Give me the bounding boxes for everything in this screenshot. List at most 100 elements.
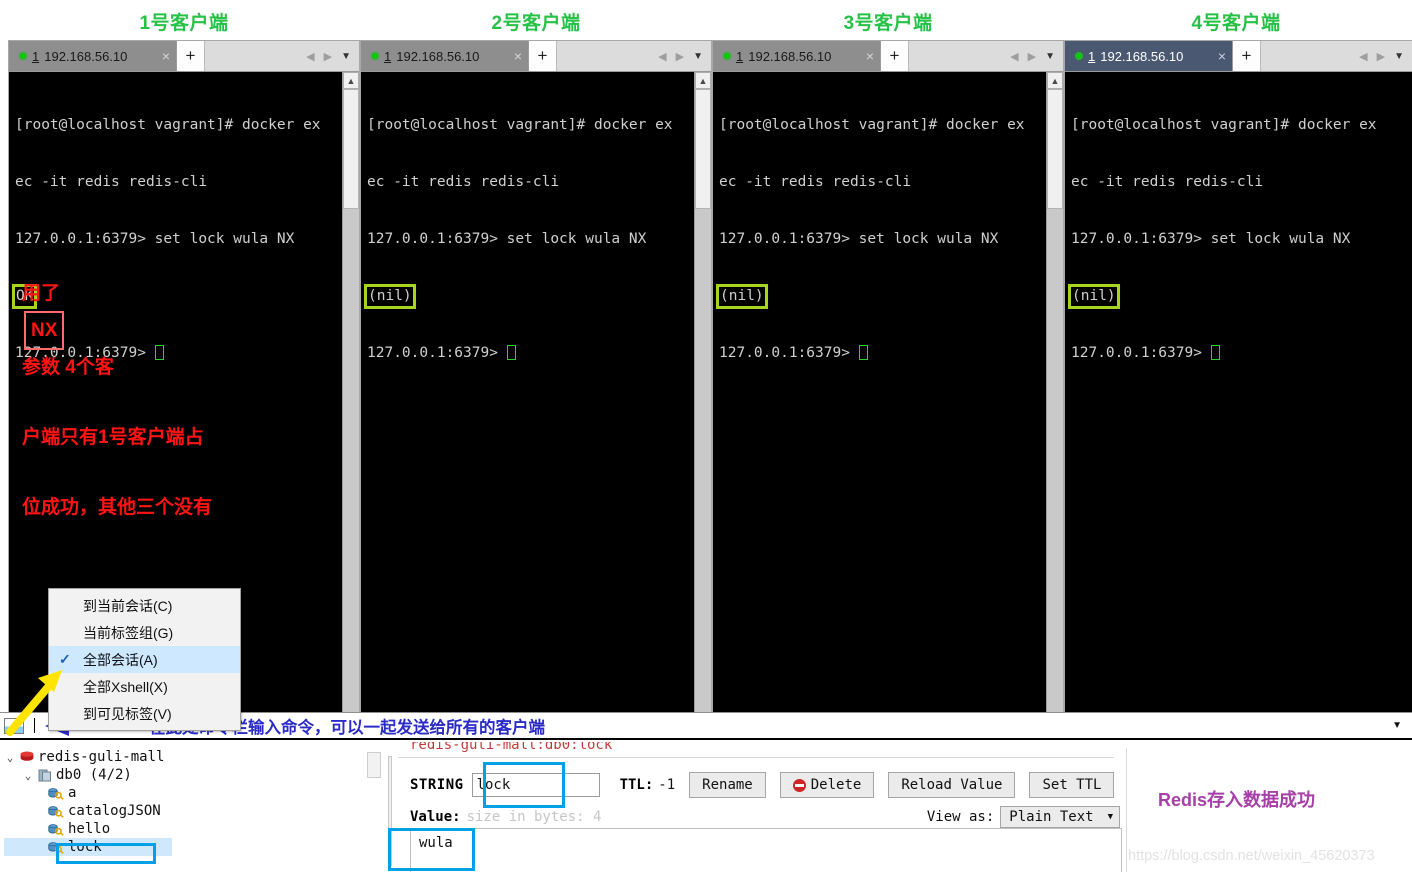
- scrollbar-thumb[interactable]: [695, 89, 711, 209]
- tree-item-server[interactable]: ⌄ redis-guli-mall: [4, 748, 382, 766]
- chevron-down-icon[interactable]: ⌄: [22, 769, 34, 782]
- prompt-text: 127.0.0.1:6379>: [719, 345, 859, 361]
- menu-item-current-session[interactable]: 到当前会话(C): [49, 592, 240, 619]
- tabbar-filler: [1261, 41, 1360, 71]
- value-header-row: Value: size in bytes: 4 View as: Plain T…: [410, 806, 1120, 828]
- tree-item-key-a[interactable]: a: [4, 784, 382, 802]
- connected-status-dot-icon: [19, 52, 27, 60]
- rename-button[interactable]: Rename: [689, 772, 766, 798]
- terminal-scrollbar-3[interactable]: ▲ ▼: [1046, 72, 1063, 735]
- menu-item-all-xshell[interactable]: 全部Xshell(X): [49, 673, 240, 700]
- terminal-line: [root@localhost vagrant]# docker ex: [719, 117, 1025, 133]
- terminal-output-4[interactable]: [root@localhost vagrant]# docker ex ec -…: [1065, 72, 1412, 735]
- tree-item-key-hello[interactable]: hello: [4, 820, 382, 838]
- key-icon: [48, 823, 64, 836]
- tab-list-chevron-down-icon[interactable]: ▼: [1394, 51, 1404, 62]
- scrollbar-track[interactable]: [1047, 209, 1063, 720]
- scrollbar-track[interactable]: [695, 209, 711, 720]
- view-as-select[interactable]: Plain Text ▼: [1000, 806, 1120, 828]
- client-heading-2: 2号客户端: [491, 13, 581, 34]
- rename-button-label: Rename: [702, 777, 753, 793]
- tab-prev-icon[interactable]: ◀: [658, 50, 666, 63]
- close-icon[interactable]: ×: [152, 49, 170, 63]
- command-history-chevron-down-icon[interactable]: ▼: [1392, 720, 1402, 731]
- scrollbar-thumb[interactable]: [1047, 89, 1063, 209]
- tab-next-icon[interactable]: ▶: [1028, 50, 1036, 63]
- tab-strip-divider: [398, 757, 1114, 758]
- terminal-result-line: (nil): [1068, 284, 1410, 309]
- tree-item-key-catalogjson[interactable]: catalogJSON: [4, 802, 382, 820]
- terminal-line: ec -it redis redis-cli: [367, 174, 560, 190]
- scroll-up-icon[interactable]: ▲: [1047, 72, 1063, 89]
- terminal-line: [root@localhost vagrant]# docker ex: [15, 117, 321, 133]
- red-note-line-2: 户端只有1号客户端占: [22, 427, 204, 448]
- value-size-text: size in bytes: 4: [466, 809, 602, 825]
- reload-value-button[interactable]: Reload Value: [888, 772, 1016, 798]
- scrollbar-track[interactable]: [343, 209, 359, 720]
- set-ttl-button[interactable]: Set TTL: [1029, 772, 1115, 798]
- scroll-up-icon[interactable]: ▲: [343, 72, 359, 89]
- close-icon[interactable]: ×: [504, 49, 522, 63]
- terminal-prompt-line: 127.0.0.1:6379>: [719, 344, 1044, 363]
- session-tab-2[interactable]: 1 192.168.56.10 ×: [361, 41, 529, 71]
- close-icon[interactable]: ×: [856, 49, 874, 63]
- tab-list-chevron-down-icon[interactable]: ▼: [693, 51, 703, 62]
- tab-prev-icon[interactable]: ◀: [1359, 50, 1367, 63]
- menu-item-current-tab-group[interactable]: 当前标签组(G): [49, 619, 240, 646]
- terminal-prompt-line: 127.0.0.1:6379>: [1071, 344, 1410, 363]
- tab-next-icon[interactable]: ▶: [324, 50, 332, 63]
- tab-prev-icon[interactable]: ◀: [1010, 50, 1018, 63]
- tree-item-database[interactable]: ⌄ db0 (4/2): [4, 766, 382, 784]
- terminal-wrap-3: [root@localhost vagrant]# docker ex ec -…: [713, 72, 1063, 735]
- scrollbar-thumb[interactable]: [343, 89, 359, 209]
- view-as-value: Plain Text: [1009, 809, 1094, 825]
- delete-button[interactable]: Delete: [779, 772, 875, 798]
- key-tab-strip: redis-guli-mall:db0:lock: [410, 742, 1126, 758]
- new-tab-button[interactable]: +: [177, 41, 205, 71]
- terminal-scrollbar-2[interactable]: ▲ ▼: [694, 72, 711, 735]
- new-tab-button[interactable]: +: [529, 41, 557, 71]
- session-tab-title: 192.168.56.10: [748, 48, 832, 64]
- chevron-down-icon[interactable]: ⌄: [4, 751, 16, 764]
- terminal-line: [root@localhost vagrant]# docker ex: [1071, 117, 1377, 133]
- session-tab-4[interactable]: 1 192.168.56.10 ×: [1065, 41, 1233, 71]
- tree-scrollbar[interactable]: [367, 752, 381, 778]
- tab-next-icon[interactable]: ▶: [1377, 50, 1385, 63]
- key-icon: [48, 787, 64, 800]
- close-icon[interactable]: ×: [1208, 49, 1226, 63]
- terminal-cursor: [858, 345, 868, 360]
- tree-item-label: catalogJSON: [68, 803, 161, 819]
- value-textarea[interactable]: wula: [410, 828, 1122, 872]
- menu-item-all-sessions[interactable]: ✓ 全部会话(A): [49, 646, 240, 673]
- tab-prev-icon[interactable]: ◀: [306, 50, 314, 63]
- session-tab-3[interactable]: 1 192.168.56.10 ×: [713, 41, 881, 71]
- scroll-up-icon[interactable]: ▲: [695, 72, 711, 89]
- tab-list-chevron-down-icon[interactable]: ▼: [1045, 51, 1055, 62]
- terminal-result-line: (nil): [716, 284, 1044, 309]
- purple-annotation-note: Redis存入数据成功: [1158, 790, 1316, 810]
- terminal-cursor: [506, 345, 516, 360]
- tabbar-filler: [205, 41, 307, 71]
- lock-key-highlight-box: [56, 843, 156, 864]
- tab-next-icon[interactable]: ▶: [676, 50, 684, 63]
- key-tab-label[interactable]: redis-guli-mall:db0:lock: [410, 742, 612, 753]
- session-tab-1[interactable]: 1 192.168.56.10 ×: [9, 41, 177, 71]
- tab-list-chevron-down-icon[interactable]: ▼: [341, 51, 351, 62]
- terminal-scrollbar-1[interactable]: ▲ ▼: [342, 72, 359, 735]
- new-tab-button[interactable]: +: [881, 41, 909, 71]
- new-tab-button[interactable]: +: [1233, 41, 1261, 71]
- client-heading-4: 4号客户端: [1191, 13, 1281, 34]
- red-note-line-1: 用了 NX 参数 4个客: [22, 241, 212, 385]
- terminal-line: ec -it redis redis-cli: [1071, 174, 1264, 190]
- session-tab-number: 1: [384, 48, 392, 64]
- key-type-label: STRING: [410, 777, 464, 793]
- ttl-label: TTL:: [619, 777, 654, 793]
- menu-item-visible-tabs[interactable]: 到可见标签(V): [49, 700, 240, 727]
- value-highlight-box: [388, 828, 475, 871]
- terminal-output-2[interactable]: [root@localhost vagrant]# docker ex ec -…: [361, 72, 694, 735]
- tabbar-1: 1 192.168.56.10 × + ◀ ▶ ▼: [9, 41, 359, 72]
- terminal-output-3[interactable]: [root@localhost vagrant]# docker ex ec -…: [713, 72, 1046, 735]
- session-tab-number: 1: [32, 48, 40, 64]
- connected-status-dot-icon: [1075, 52, 1083, 60]
- menu-item-label: 全部会话(A): [83, 651, 158, 668]
